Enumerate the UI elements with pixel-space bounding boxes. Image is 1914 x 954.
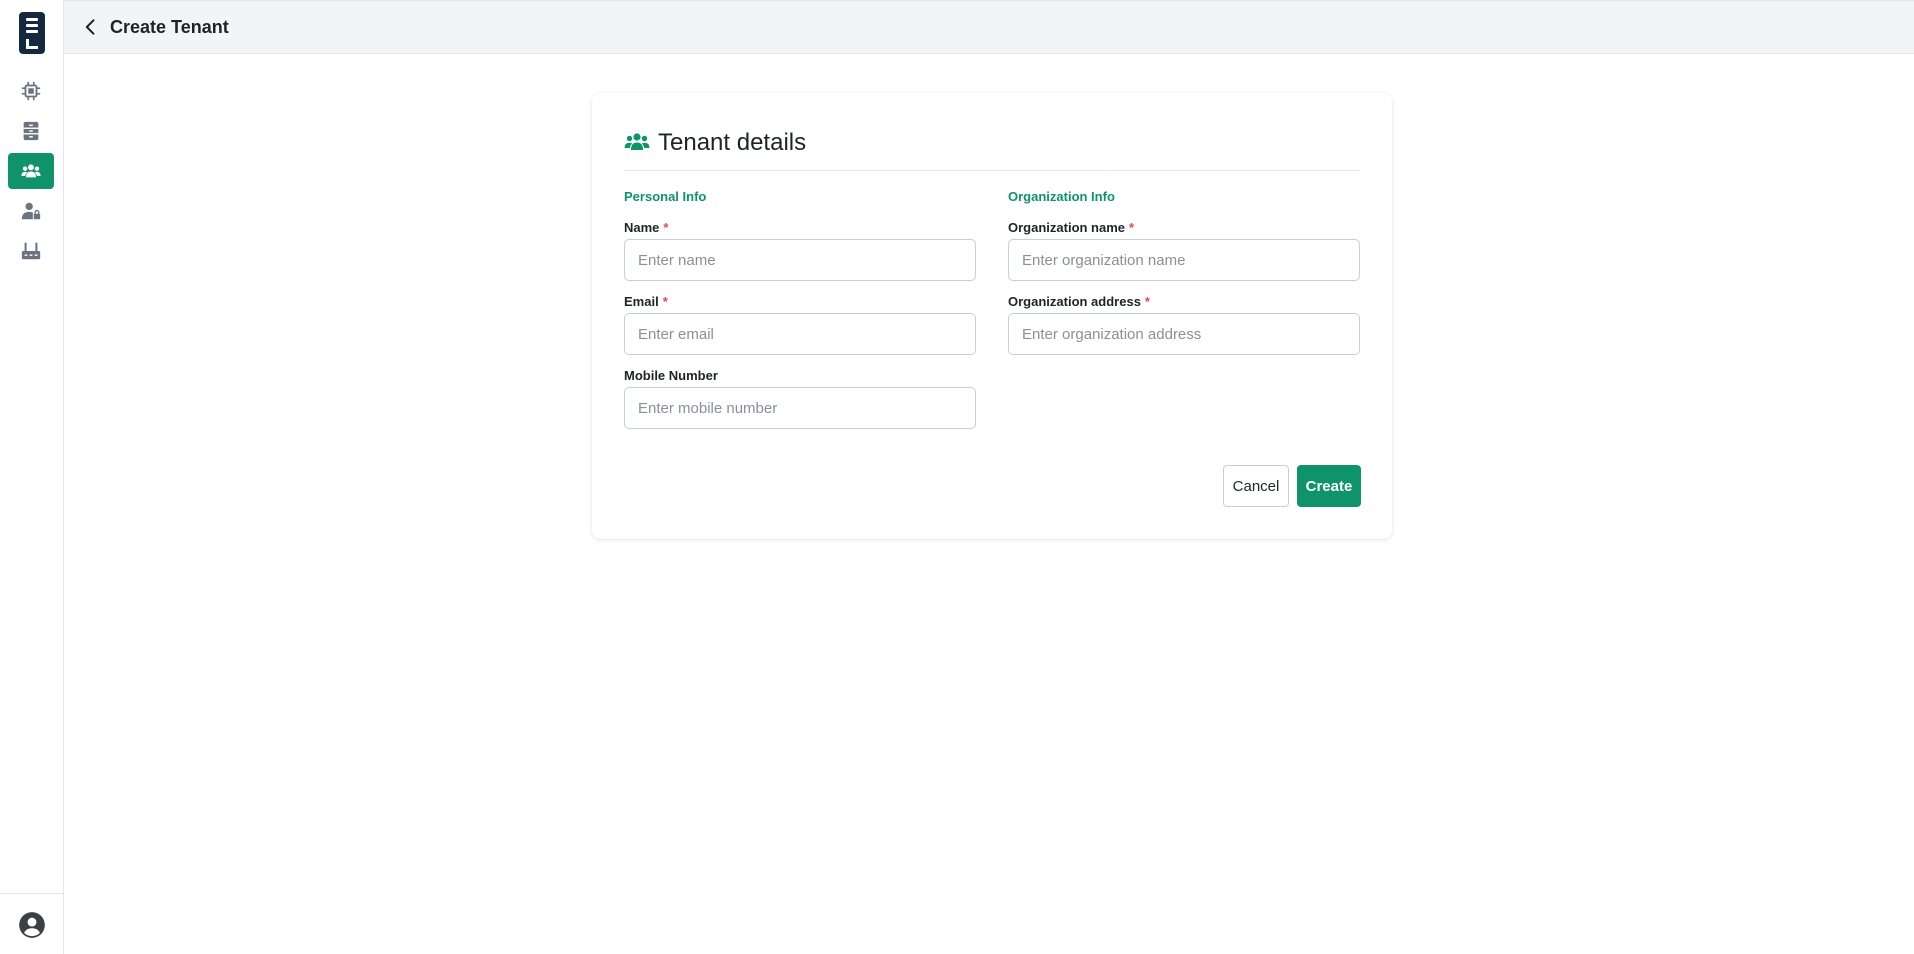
organization-address-input[interactable]	[1008, 313, 1360, 355]
sidebar-item-tenants[interactable]	[8, 153, 54, 189]
users-icon	[21, 164, 41, 178]
name-input[interactable]	[624, 239, 976, 281]
chip-icon	[21, 81, 41, 101]
organization-info-heading: Organization Info	[1008, 189, 1115, 204]
sidebar-divider	[0, 893, 64, 894]
back-button[interactable]	[80, 16, 102, 38]
organization-name-label: Organization name *	[1008, 220, 1135, 235]
personal-info-heading: Personal Info	[624, 189, 707, 204]
router-icon	[21, 242, 41, 260]
mobile-number-label: Mobile Number	[624, 368, 718, 383]
profile-button[interactable]	[18, 911, 46, 939]
top-header: Create Tenant	[64, 0, 1914, 54]
page-title: Create Tenant	[110, 16, 229, 37]
server-icon	[23, 121, 39, 141]
sidebar-item-users[interactable]	[8, 193, 54, 229]
required-mark: *	[1144, 294, 1150, 309]
organization-name-input[interactable]	[1008, 239, 1360, 281]
tenant-details-card: Tenant details Personal Info Name* Email…	[592, 93, 1392, 539]
sidebar-item-servers[interactable]	[8, 113, 54, 149]
sidebar-item-devices[interactable]	[8, 73, 54, 109]
name-label: Name *	[624, 220, 669, 235]
card-title: Tenant details	[658, 129, 807, 156]
required-mark: *	[1129, 220, 1135, 235]
email-label: Email *	[624, 294, 668, 309]
create-button[interactable]: Create	[1297, 465, 1361, 507]
required-mark: *	[663, 220, 669, 235]
user-lock-icon	[21, 202, 41, 220]
cancel-button[interactable]: Cancel	[1223, 465, 1289, 507]
required-mark: *	[662, 294, 668, 309]
organization-address-label: Organization address *	[1008, 294, 1150, 309]
users-icon	[624, 133, 650, 150]
sidebar	[0, 0, 64, 954]
app-logo[interactable]	[19, 12, 45, 54]
sidebar-item-gateways[interactable]	[8, 233, 54, 269]
card-header: Tenant details	[624, 129, 1360, 171]
mobile-number-input[interactable]	[624, 387, 976, 429]
user-circle-icon	[19, 912, 45, 938]
chevron-left-icon	[85, 19, 95, 35]
email-input[interactable]	[624, 313, 976, 355]
